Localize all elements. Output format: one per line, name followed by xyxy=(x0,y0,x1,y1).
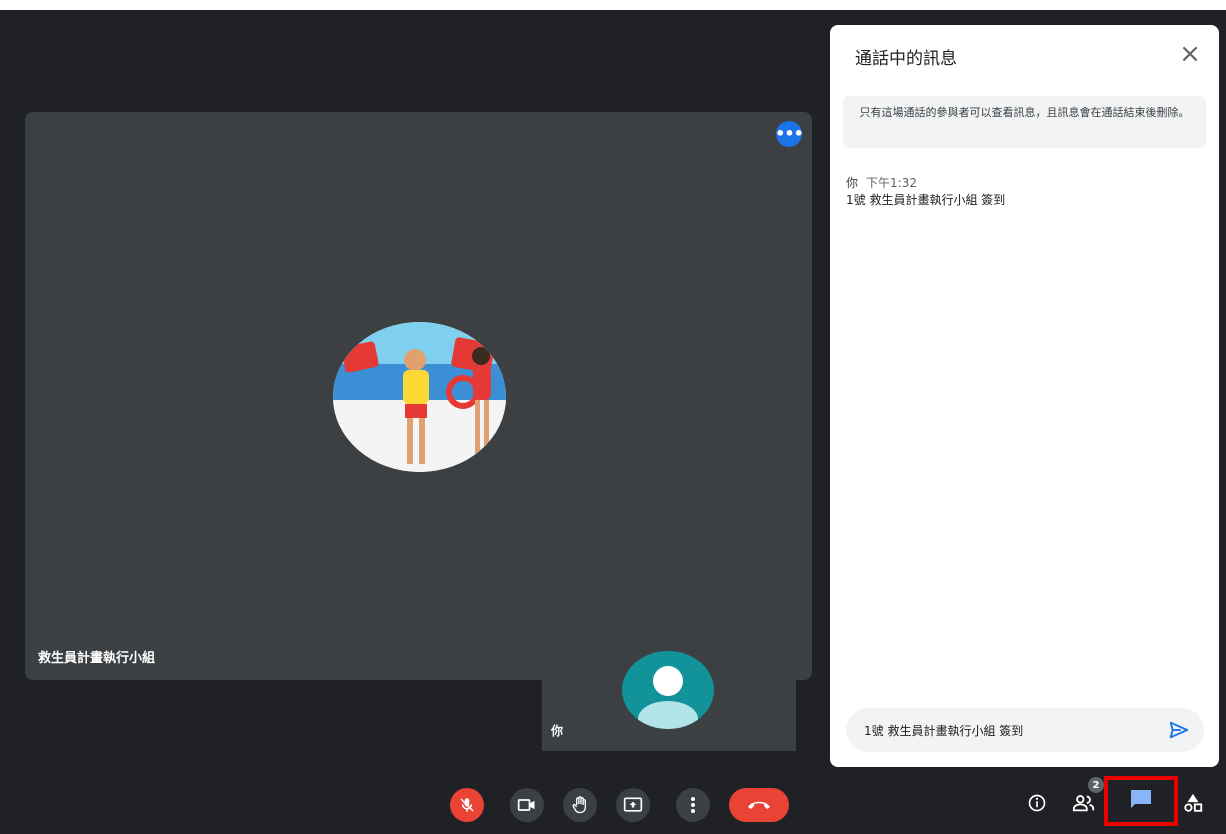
message-sender: 你 xyxy=(846,176,859,190)
chat-icon xyxy=(1129,788,1153,814)
message-text: 1號 救生員計畫執行小組 簽到 xyxy=(846,193,1006,207)
chat-input-value[interactable]: 1號 救生員計畫執行小組 簽到 xyxy=(864,722,1023,739)
mic-off-button[interactable] xyxy=(450,788,484,822)
close-icon[interactable]: × xyxy=(1175,39,1205,69)
chat-input[interactable]: 1號 救生員計畫執行小組 簽到 xyxy=(846,708,1204,752)
chat-title: 通話中的訊息 xyxy=(855,49,957,69)
main-participant-tile[interactable]: ••• 救生員計畫執行小組 xyxy=(25,112,812,680)
self-name: 你 xyxy=(551,724,564,738)
more-vert-icon xyxy=(690,796,696,814)
activities-button[interactable] xyxy=(1178,790,1208,820)
chat-notice: 只有這場通話的參與者可以查看訊息，且訊息會在通話結束後刪除。 xyxy=(843,96,1206,148)
participant-avatar xyxy=(333,322,506,472)
leave-call-button[interactable] xyxy=(729,788,789,822)
camera-button[interactable] xyxy=(510,788,544,822)
present-button[interactable] xyxy=(616,788,650,822)
more-options-button[interactable] xyxy=(676,788,710,822)
chat-button[interactable] xyxy=(1104,776,1178,826)
chat-panel: 通話中的訊息 × 只有這場通話的參與者可以查看訊息，且訊息會在通話結束後刪除。 … xyxy=(830,25,1219,767)
raise-hand-button[interactable] xyxy=(563,788,597,822)
meeting-info-button[interactable] xyxy=(1022,790,1052,820)
participant-name: 救生員計畫執行小組 xyxy=(38,651,156,666)
videocam-icon xyxy=(517,797,537,813)
message-time: 下午1:32 xyxy=(866,176,917,190)
message-meta: 你下午1:32 xyxy=(846,174,917,191)
activities-icon xyxy=(1182,792,1204,818)
people-count-badge: 2 xyxy=(1088,777,1104,793)
self-avatar xyxy=(622,651,714,729)
hand-icon xyxy=(570,795,590,815)
self-tile[interactable]: 你 xyxy=(542,627,796,751)
send-icon[interactable] xyxy=(1168,719,1190,741)
call-end-icon xyxy=(746,799,772,811)
present-screen-icon xyxy=(623,796,643,814)
mic-off-icon xyxy=(458,796,476,814)
people-icon xyxy=(1072,793,1096,817)
people-button[interactable] xyxy=(1069,790,1099,820)
top-strip xyxy=(0,0,1226,10)
more-horiz-icon[interactable]: ••• xyxy=(775,121,804,147)
info-icon xyxy=(1027,793,1047,817)
